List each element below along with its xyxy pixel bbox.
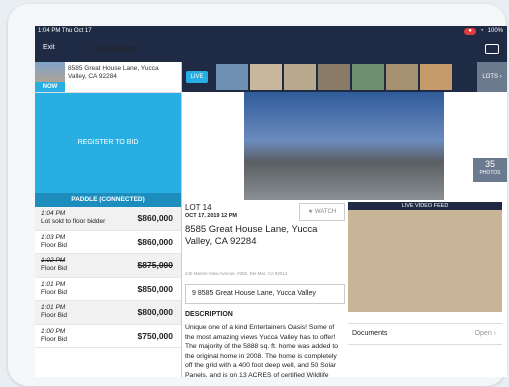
bid-time: 1:02 PM [41,257,66,264]
now-badge: NOW [35,82,65,92]
video-camera-icon[interactable] [485,44,499,54]
wifi-icon: ◔ [480,28,484,34]
photos-label: PHOTOS [479,170,501,176]
lot-details: LOT 14 OCT 17, 2019 12 PM ★ WATCH 8585 G… [185,202,345,377]
bid-row: 1:00 PM Floor Bid $750,000 [35,325,181,348]
description-text: Unique one of a kind Entertainers Oasis!… [185,324,339,377]
bid-row: 1:04 PM Lot sold to floor bidder $860,00… [35,207,181,231]
lot-hero-photo[interactable] [244,92,444,200]
location-row[interactable]: 9 8585 Great House Lane, Yucca Valley [185,284,345,304]
bid-history-list: 1:04 PM Lot sold to floor bidder $860,00… [35,207,181,348]
lot-title: 8585 Great House Lane, Yucca Valley, CA … [185,224,318,247]
bid-time: 1:00 PM [41,327,66,335]
bid-amount: $750,000 [137,330,173,341]
video-feed-label: LIVE VIDEO FEED [348,202,502,210]
bid-time: 1:01 PM [41,304,66,311]
panel-divider [181,62,182,377]
documents-open-link[interactable]: Open › [475,324,496,344]
bid-description: Floor Bid [41,265,68,272]
tablet-frame: 1:04 PM Thu Oct 17 ● ◔ 100% Exit Live Au… [8,4,507,386]
bid-description: Floor Bid [41,312,68,319]
bid-time: 1:01 PM [41,280,66,288]
bid-time: 1:03 PM [41,233,66,241]
current-lot-header[interactable]: NOW 8585 Great House Lane, Yucca Valley,… [35,62,181,93]
documents-label: Documents [352,330,388,337]
nav-bar: Exit Live Auction [35,36,507,62]
bid-amount: $850,000 [137,283,173,294]
documents-row[interactable]: Documents Open › [348,323,502,345]
bid-description: Floor Bid [41,335,68,343]
bid-row: 1:01 PM Floor Bid $800,000 [35,301,181,325]
battery-percent: 100% [487,28,503,34]
lot-thumbnail[interactable] [250,64,282,90]
watch-button[interactable]: ★ WATCH [299,203,345,221]
current-lot-address: 8585 Great House Lane, Yucca Valley, CA … [68,65,159,80]
bid-row: 1:02 PM Floor Bid $875,000 [35,254,181,278]
page-title: Live Auction [93,44,137,53]
bid-amount: $875,000 [137,260,173,270]
bid-description: Lot sold to floor bidder [41,218,106,225]
status-bar: 1:04 PM Thu Oct 17 ● ◔ 100% [35,26,507,36]
bid-description: Floor Bid [41,241,68,249]
bid-amount: $860,000 [137,213,173,223]
live-badge[interactable]: LIVE [186,71,208,83]
photos-button[interactable]: 35 PHOTOS [473,158,507,182]
lot-thumbnail[interactable] [318,64,350,90]
bid-time: 1:04 PM [41,210,66,217]
lots-button[interactable]: LOTS › [477,62,507,92]
lot-thumbnail[interactable] [420,64,452,90]
bid-amount: $800,000 [137,307,173,317]
lot-thumbnail[interactable] [386,64,418,90]
bid-description: Floor Bid [41,288,68,296]
lot-thumbnail[interactable] [284,64,316,90]
bid-amount: $860,000 [137,236,173,247]
paddle-status: PADDLE (CONNECTED) [35,193,181,207]
lot-thumbnail[interactable] [352,64,384,90]
recording-indicator: ● [464,27,477,35]
bid-row: 1:03 PM Floor Bid $860,000 [35,231,181,254]
status-time: 1:04 PM Thu Oct 17 [38,28,92,34]
register-to-bid-button[interactable]: REGISTER TO BID [35,93,181,193]
lot-date: OCT 17, 2019 12 PM [185,213,237,219]
lot-number: LOT 14 [185,203,212,212]
location-label: 9 8585 Great House Lane, Yucca Valley [192,290,316,297]
lot-thumbnail-strip: LIVE LOTS › [182,62,507,92]
bidding-panel: NOW 8585 Great House Lane, Yucca Valley,… [35,62,181,377]
bid-row: 1:01 PM Floor Bid $850,000 [35,278,181,301]
app-screen: 1:04 PM Thu Oct 17 ● ◔ 100% Exit Live Au… [35,26,507,377]
lot-thumbnail[interactable] [216,64,248,90]
photo-count: 35 [484,159,495,169]
description-heading: DESCRIPTION [185,311,233,318]
lot-sub-address: 445 Marine View Avenue, #260, Del Mar, C… [185,271,288,276]
live-video-feed[interactable]: LIVE VIDEO FEED [348,202,502,312]
